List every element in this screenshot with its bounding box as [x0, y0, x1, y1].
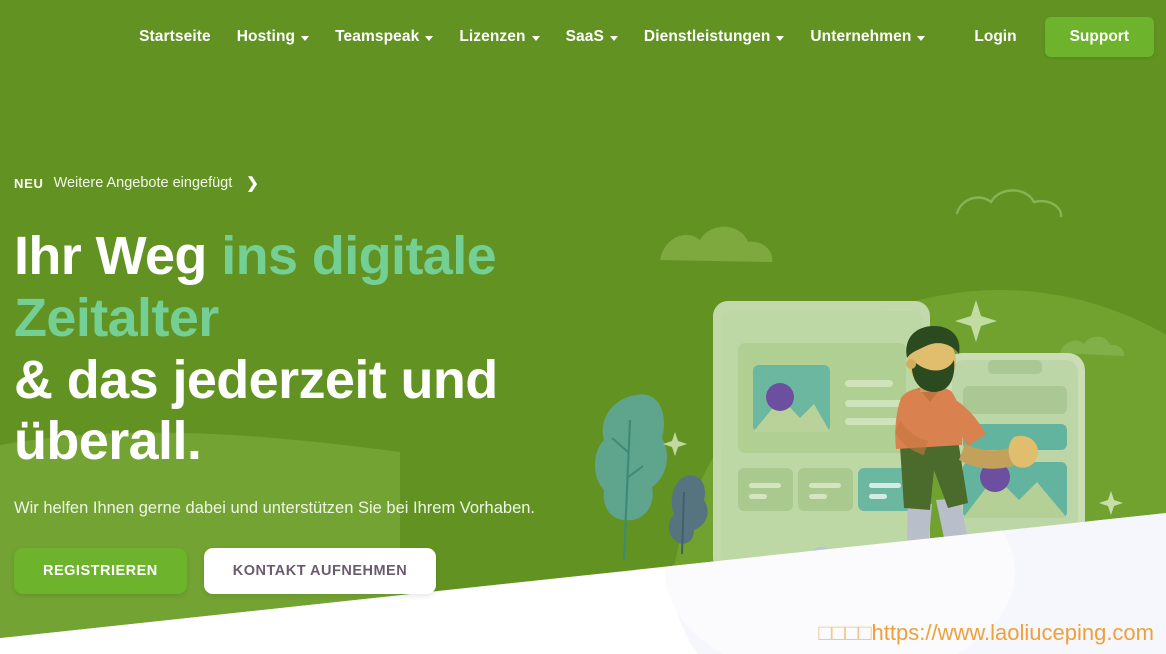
- chevron-down-icon: [531, 35, 540, 41]
- watermark-tofu-glyphs: □□□□: [818, 620, 872, 645]
- cta-button-row: REGISTRIEREN KONTAKT AUFNEHMEN: [14, 548, 574, 595]
- headline-line1-white: Ihr Weg: [14, 226, 222, 286]
- chevron-down-icon: [301, 35, 310, 41]
- nav-links: Startseite Hosting Teamspeak Lizenzen Sa…: [126, 17, 1154, 57]
- headline-line2-accent: Zeitalter: [14, 287, 219, 348]
- nav-item-startseite[interactable]: Startseite: [126, 20, 224, 54]
- watermark: □□□□https://www.laoliuceping.com: [818, 620, 1154, 646]
- chevron-down-icon: [609, 35, 618, 41]
- hero-content: NEU Weitere Angebote eingefügt ❯ Ihr Weg…: [14, 175, 574, 595]
- chevron-down-icon: [425, 35, 434, 41]
- nav-item-label: Dienstleistungen: [643, 28, 771, 45]
- chevron-down-icon: [776, 35, 785, 41]
- nav-item-label: Hosting: [236, 28, 296, 45]
- nav-item-lizenzen[interactable]: Lizenzen: [446, 20, 552, 54]
- new-badge: NEU: [14, 175, 44, 191]
- login-link[interactable]: Login: [960, 20, 1030, 54]
- announcement-banner[interactable]: NEU Weitere Angebote eingefügt ❯: [14, 175, 259, 191]
- nav-item-unternehmen[interactable]: Unternehmen: [797, 20, 938, 54]
- headline-line3: & das jederzeit und: [14, 349, 498, 410]
- nav-item-label: SaaS: [565, 28, 604, 45]
- watermark-url: https://www.laoliuceping.com: [871, 620, 1154, 645]
- register-button[interactable]: REGISTRIEREN: [14, 548, 187, 595]
- headline-line1-accent: ins digitale: [221, 226, 497, 286]
- nav-item-label: Startseite: [139, 28, 211, 45]
- contact-button[interactable]: KONTAKT AUFNEHMEN: [203, 548, 437, 595]
- page-title: Ihr Weg ins digitale Zeitalter & das jed…: [14, 226, 574, 473]
- support-button[interactable]: Support: [1044, 17, 1154, 57]
- nav-item-teamspeak[interactable]: Teamspeak: [322, 20, 446, 54]
- hero-section: Startseite Hosting Teamspeak Lizenzen Sa…: [0, 0, 1166, 654]
- nav-item-dienstleistungen[interactable]: Dienstleistungen: [631, 20, 797, 54]
- nav-item-label: Teamspeak: [335, 28, 420, 45]
- headline-line4: überall.: [14, 411, 202, 472]
- nav-item-label: Unternehmen: [810, 28, 912, 45]
- main-navigation: Startseite Hosting Teamspeak Lizenzen Sa…: [0, 0, 1166, 74]
- chevron-right-icon: ❯: [246, 174, 259, 192]
- nav-item-saas[interactable]: SaaS: [553, 20, 631, 54]
- announcement-text: Weitere Angebote eingefügt: [53, 175, 233, 191]
- hero-subheadline: Wir helfen Ihnen gerne dabei und unterst…: [14, 499, 536, 518]
- nav-item-label: Lizenzen: [459, 28, 526, 45]
- chevron-down-icon: [917, 35, 926, 41]
- nav-item-hosting[interactable]: Hosting: [224, 20, 322, 54]
